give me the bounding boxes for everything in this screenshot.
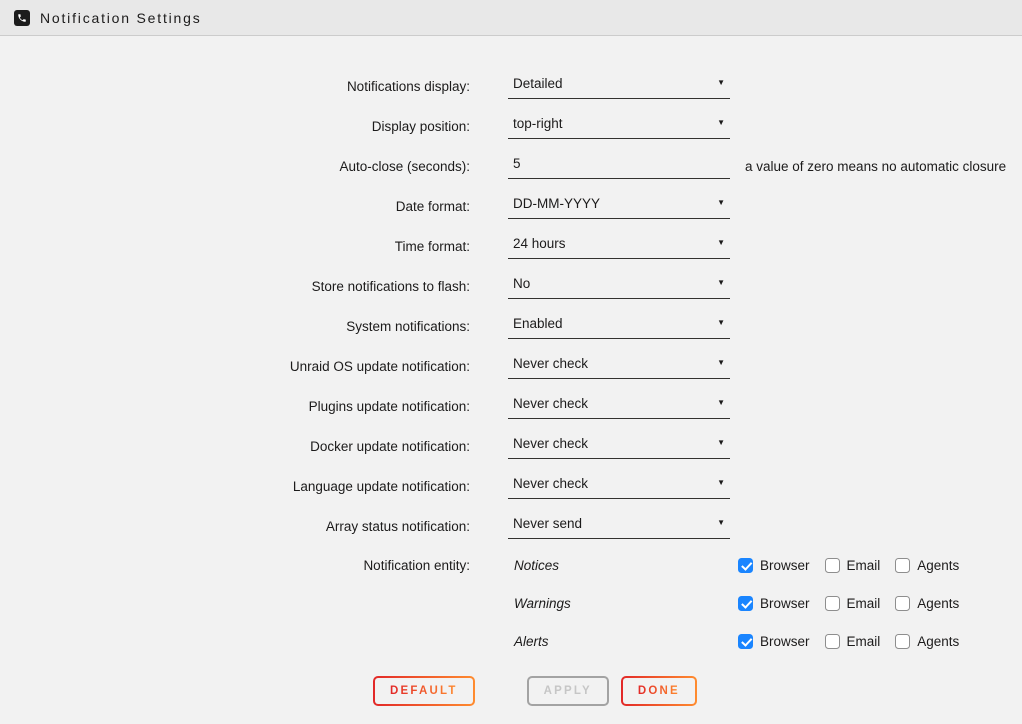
- caret-down-icon: ▼: [717, 399, 725, 407]
- select-value: No: [513, 276, 530, 291]
- phone-square-icon: [14, 10, 30, 26]
- field-label: Language update notification:: [0, 479, 470, 494]
- checkbox-label: Email: [847, 634, 881, 649]
- select-value: Never check: [513, 476, 588, 491]
- store-notifications-to-flash-select[interactable]: No ▼: [508, 274, 730, 299]
- form-row: Plugins update notification: Never check…: [0, 386, 1022, 426]
- select-value: 24 hours: [513, 236, 566, 251]
- warnings-agents-checkbox[interactable]: [895, 596, 910, 611]
- plugins-update-notification-select[interactable]: Never check ▼: [508, 394, 730, 419]
- date-format-select[interactable]: DD-MM-YYYY ▼: [508, 194, 730, 219]
- display-position-select[interactable]: top-right ▼: [508, 114, 730, 139]
- entity-row-warnings: Warnings Browser Email Agents: [0, 584, 1022, 622]
- checkbox-label: Agents: [917, 596, 959, 611]
- form-row: Auto-close (seconds): a value of zero me…: [0, 146, 1022, 186]
- language-update-notification-select[interactable]: Never check ▼: [508, 474, 730, 499]
- form-row: Display position: top-right ▼: [0, 106, 1022, 146]
- caret-down-icon: ▼: [717, 199, 725, 207]
- entity-row-label: Warnings: [508, 596, 730, 611]
- form-row: Time format: 24 hours ▼: [0, 226, 1022, 266]
- caret-down-icon: ▼: [717, 519, 725, 527]
- select-value: Enabled: [513, 316, 563, 331]
- alerts-agents-checkbox[interactable]: [895, 634, 910, 649]
- system-notifications-select[interactable]: Enabled ▼: [508, 314, 730, 339]
- field-label: Unraid OS update notification:: [0, 359, 470, 374]
- select-value: Never check: [513, 356, 588, 371]
- warnings-email-checkbox[interactable]: [825, 596, 840, 611]
- select-value: Never send: [513, 516, 582, 531]
- entity-row-label: Alerts: [508, 634, 730, 649]
- docker-update-notification-select[interactable]: Never check ▼: [508, 434, 730, 459]
- form-row: Store notifications to flash: No ▼: [0, 266, 1022, 306]
- field-label: Time format:: [0, 239, 470, 254]
- notifications-display-select[interactable]: Detailed ▼: [508, 74, 730, 99]
- form-row: Date format: DD-MM-YYYY ▼: [0, 186, 1022, 226]
- checkbox-label: Email: [847, 596, 881, 611]
- field-label: System notifications:: [0, 319, 470, 334]
- time-format-select[interactable]: 24 hours ▼: [508, 234, 730, 259]
- entity-row-label: Notices: [508, 558, 730, 573]
- array-status-notification-select[interactable]: Never send ▼: [508, 514, 730, 539]
- checkbox-label: Browser: [760, 558, 810, 573]
- field-label: Notifications display:: [0, 79, 470, 94]
- select-value: top-right: [513, 116, 563, 131]
- alerts-email-checkbox[interactable]: [825, 634, 840, 649]
- caret-down-icon: ▼: [717, 359, 725, 367]
- caret-down-icon: ▼: [717, 119, 725, 127]
- field-label: Docker update notification:: [0, 439, 470, 454]
- settings-form: Notifications display: Detailed ▼ Displa…: [0, 66, 1022, 706]
- notices-browser-checkbox[interactable]: [738, 558, 753, 573]
- form-row: Array status notification: Never send ▼: [0, 506, 1022, 546]
- unraid-os-update-notification-select[interactable]: Never check ▼: [508, 354, 730, 379]
- page-header: Notification Settings: [0, 0, 1022, 36]
- default-button[interactable]: DEFAULT: [373, 676, 475, 706]
- apply-button[interactable]: APPLY: [527, 676, 609, 706]
- notices-agents-checkbox[interactable]: [895, 558, 910, 573]
- checkbox-label: Browser: [760, 596, 810, 611]
- notification-settings-page: Notification Settings Notifications disp…: [0, 0, 1022, 724]
- field-label: Array status notification:: [0, 519, 470, 534]
- field-label: Auto-close (seconds):: [0, 159, 470, 174]
- notices-email-checkbox[interactable]: [825, 558, 840, 573]
- warnings-browser-checkbox[interactable]: [738, 596, 753, 611]
- done-button[interactable]: DONE: [621, 676, 697, 706]
- caret-down-icon: ▼: [717, 319, 725, 327]
- caret-down-icon: ▼: [717, 479, 725, 487]
- checkbox-label: Email: [847, 558, 881, 573]
- field-label: Store notifications to flash:: [0, 279, 470, 294]
- field-label: Plugins update notification:: [0, 399, 470, 414]
- page-title: Notification Settings: [40, 10, 202, 26]
- form-row: Docker update notification: Never check …: [0, 426, 1022, 466]
- checkbox-label: Agents: [917, 558, 959, 573]
- caret-down-icon: ▼: [717, 239, 725, 247]
- field-label: Display position:: [0, 119, 470, 134]
- button-row: DEFAULT APPLY DONE: [0, 676, 1022, 706]
- select-value: DD-MM-YYYY: [513, 196, 600, 211]
- field-label: Date format:: [0, 199, 470, 214]
- select-value: Never check: [513, 436, 588, 451]
- caret-down-icon: ▼: [717, 279, 725, 287]
- form-row: System notifications: Enabled ▼: [0, 306, 1022, 346]
- checkbox-label: Agents: [917, 634, 959, 649]
- entity-row-notices: Notification entity: Notices Browser Ema…: [0, 546, 1022, 584]
- field-label: Notification entity:: [0, 558, 470, 573]
- checkbox-label: Browser: [760, 634, 810, 649]
- caret-down-icon: ▼: [717, 79, 725, 87]
- form-row: Language update notification: Never chec…: [0, 466, 1022, 506]
- caret-down-icon: ▼: [717, 439, 725, 447]
- entity-row-alerts: Alerts Browser Email Agents: [0, 622, 1022, 660]
- auto-close-input[interactable]: [508, 154, 730, 179]
- form-row: Unraid OS update notification: Never che…: [0, 346, 1022, 386]
- form-row: Notifications display: Detailed ▼: [0, 66, 1022, 106]
- select-value: Never check: [513, 396, 588, 411]
- auto-close-help: a value of zero means no automatic closu…: [745, 159, 1006, 174]
- select-value: Detailed: [513, 76, 563, 91]
- alerts-browser-checkbox[interactable]: [738, 634, 753, 649]
